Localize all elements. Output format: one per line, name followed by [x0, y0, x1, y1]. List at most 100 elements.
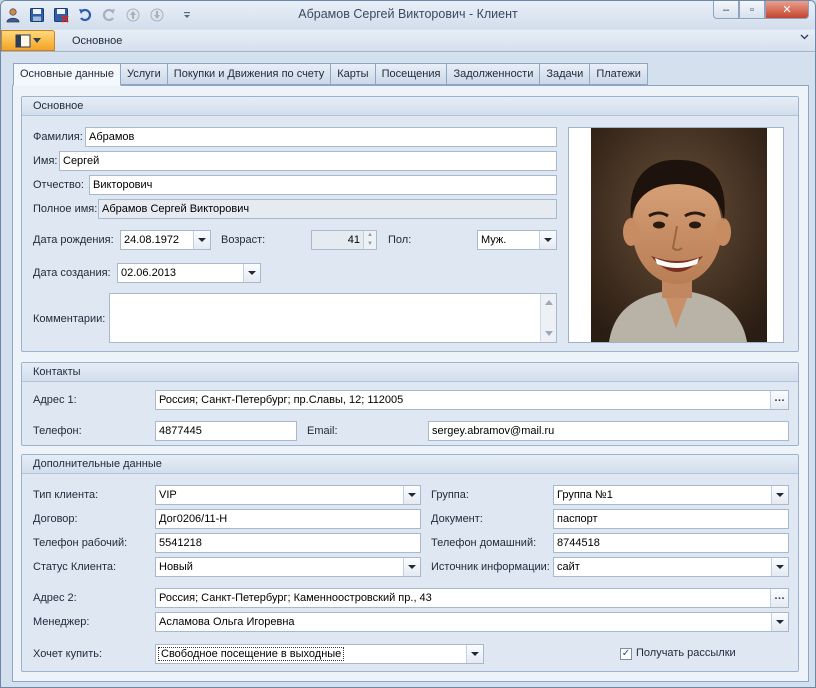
manager-select[interactable]: Асламова Ольга Игоревна — [155, 612, 789, 632]
newsletter-label[interactable]: Получать рассылки — [636, 647, 736, 659]
address2-field[interactable]: Россия; Санкт-Петербург; Каменноостровск… — [155, 588, 789, 608]
client-status-dropdown-button[interactable] — [403, 558, 420, 576]
created-date-label: Дата создания: — [33, 267, 111, 279]
name-field[interactable]: Сергей — [59, 151, 557, 171]
created-date-value: 02.06.2013 — [121, 267, 177, 279]
client-type-select[interactable]: VIP — [155, 485, 421, 505]
client-portrait-image — [591, 128, 767, 342]
chevron-down-icon — [776, 565, 784, 569]
info-source-select[interactable]: сайт — [553, 557, 789, 577]
window-controls: – ▫ ✕ — [713, 1, 809, 19]
window-title: Абрамов Сергей Викторович - Клиент — [298, 7, 518, 21]
client-status-select[interactable]: Новый — [155, 557, 421, 577]
group-select[interactable]: Группа №1 — [553, 485, 789, 505]
sex-select[interactable]: Муж. — [477, 230, 557, 250]
address2-label: Адрес 2: — [33, 592, 77, 604]
client-type-label: Тип клиента: — [33, 489, 99, 501]
home-phone-field[interactable]: 8744518 — [553, 533, 789, 553]
email-field[interactable]: sergey.abramov@mail.ru — [428, 421, 789, 441]
birthdate-dropdown-button[interactable] — [193, 231, 210, 249]
client-window: Абрамов Сергей Викторович - Клиент – ▫ ✕… — [0, 0, 816, 688]
chevron-down-icon — [248, 271, 256, 275]
chevron-down-icon — [198, 238, 206, 242]
close-button[interactable]: ✕ — [765, 1, 809, 19]
fullname-field: Абрамов Сергей Викторович — [98, 199, 557, 219]
tab-purchases[interactable]: Покупки и Движения по счету — [167, 63, 332, 85]
tab-payments[interactable]: Платежи — [590, 63, 648, 85]
chevron-down-icon — [776, 620, 784, 624]
manager-value: Асламова Ольга Игоревна — [159, 616, 295, 628]
tab-basic-data[interactable]: Основные данные — [13, 63, 121, 86]
wants-to-buy-dropdown-button[interactable] — [466, 645, 483, 663]
tab-cards[interactable]: Карты — [331, 63, 376, 85]
phone-field[interactable]: 4877445 — [155, 421, 297, 441]
address2-ellipsis-button[interactable]: … — [770, 589, 788, 607]
address1-field[interactable]: Россия; Санкт-Петербург; пр.Славы, 12; 1… — [155, 390, 789, 410]
basic-group-header: Основное — [22, 97, 798, 116]
tab-debts[interactable]: Задолженности — [447, 63, 541, 85]
sex-dropdown-button[interactable] — [539, 231, 556, 249]
chevron-down-icon — [471, 652, 479, 656]
client-type-dropdown-button[interactable] — [403, 486, 420, 504]
age-label: Возраст: — [221, 234, 266, 246]
patronymic-label: Отчество: — [33, 179, 84, 191]
comments-scrollbar[interactable] — [540, 294, 556, 342]
contacts-group: Контакты Адрес 1: Россия; Санкт-Петербур… — [21, 362, 799, 446]
group-dropdown-button[interactable] — [771, 486, 788, 504]
tab-strip: Основные данные Услуги Покупки и Движени… — [13, 63, 648, 86]
address1-value: Россия; Санкт-Петербург; пр.Славы, 12; 1… — [159, 394, 404, 406]
client-photo[interactable] — [568, 127, 784, 343]
chevron-down-icon — [776, 493, 784, 497]
comments-textarea[interactable] — [109, 293, 557, 343]
tab-tasks[interactable]: Задачи — [540, 63, 591, 85]
address1-ellipsis-button[interactable]: … — [770, 391, 788, 409]
minimize-button[interactable]: – — [713, 1, 739, 19]
manager-label: Менеджер: — [33, 616, 90, 628]
created-date-dropdown-button[interactable] — [243, 264, 260, 282]
patronymic-field[interactable]: Викторович — [89, 175, 557, 195]
group-value: Группа №1 — [557, 489, 613, 501]
age-spin-buttons: ▲ ▼ — [363, 231, 376, 249]
maximize-button[interactable]: ▫ — [739, 1, 765, 19]
document-label: Документ: — [431, 513, 483, 525]
tab-services[interactable]: Услуги — [120, 63, 168, 85]
age-spinner: 41 ▲ ▼ — [311, 230, 377, 250]
document-field[interactable]: паспорт — [553, 509, 789, 529]
birthdate-label: Дата рождения: — [33, 234, 114, 246]
address2-value: Россия; Санкт-Петербург; Каменноостровск… — [159, 592, 432, 604]
tab-visits[interactable]: Посещения — [375, 63, 448, 85]
wants-to-buy-label: Хочет купить: — [33, 648, 103, 660]
ribbon-collapse-icon[interactable] — [800, 33, 809, 44]
sex-label: Пол: — [388, 234, 412, 246]
fullname-label: Полное имя: — [33, 203, 98, 215]
contract-field[interactable]: Дог0206/11-Н — [155, 509, 421, 529]
tab-page-basic-data: Основное Фамилия: Абрамов Имя: Сергей От… — [12, 85, 809, 682]
wants-to-buy-select[interactable]: Свободное посещение в выходные — [155, 644, 484, 664]
chevron-down-icon — [33, 37, 41, 43]
scroll-down-icon[interactable] — [545, 331, 553, 336]
home-phone-label: Телефон домашний: — [431, 537, 537, 549]
client-status-label: Статус Клиента: — [33, 561, 117, 573]
work-phone-label: Телефон рабочий: — [33, 537, 128, 549]
work-phone-field[interactable]: 5541218 — [155, 533, 421, 553]
phone-label: Телефон: — [33, 425, 82, 437]
client-status-value: Новый — [159, 561, 193, 573]
newsletter-checkbox[interactable]: ✓ — [620, 648, 632, 660]
wants-to-buy-value: Свободное посещение в выходные — [157, 647, 345, 661]
info-source-dropdown-button[interactable] — [771, 558, 788, 576]
surname-field[interactable]: Абрамов — [85, 127, 557, 147]
content-area: Основные данные Услуги Покупки и Движени… — [1, 53, 815, 687]
chevron-down-icon — [408, 565, 416, 569]
app-menu-button[interactable] — [1, 30, 55, 51]
ribbon-tab-main[interactable]: Основное — [72, 35, 122, 47]
scroll-up-icon[interactable] — [545, 300, 553, 305]
manager-dropdown-button[interactable] — [771, 613, 788, 631]
chevron-down-icon — [408, 493, 416, 497]
title-bar: Абрамов Сергей Викторович - Клиент – ▫ ✕ — [1, 1, 815, 29]
client-type-value: VIP — [159, 489, 177, 501]
extra-group-header: Дополнительные данные — [22, 455, 798, 474]
created-date-picker[interactable]: 02.06.2013 — [117, 263, 261, 283]
group-label: Группа: — [431, 489, 469, 501]
address1-label: Адрес 1: — [33, 394, 77, 406]
birthdate-picker[interactable]: 24.08.1972 — [120, 230, 211, 250]
